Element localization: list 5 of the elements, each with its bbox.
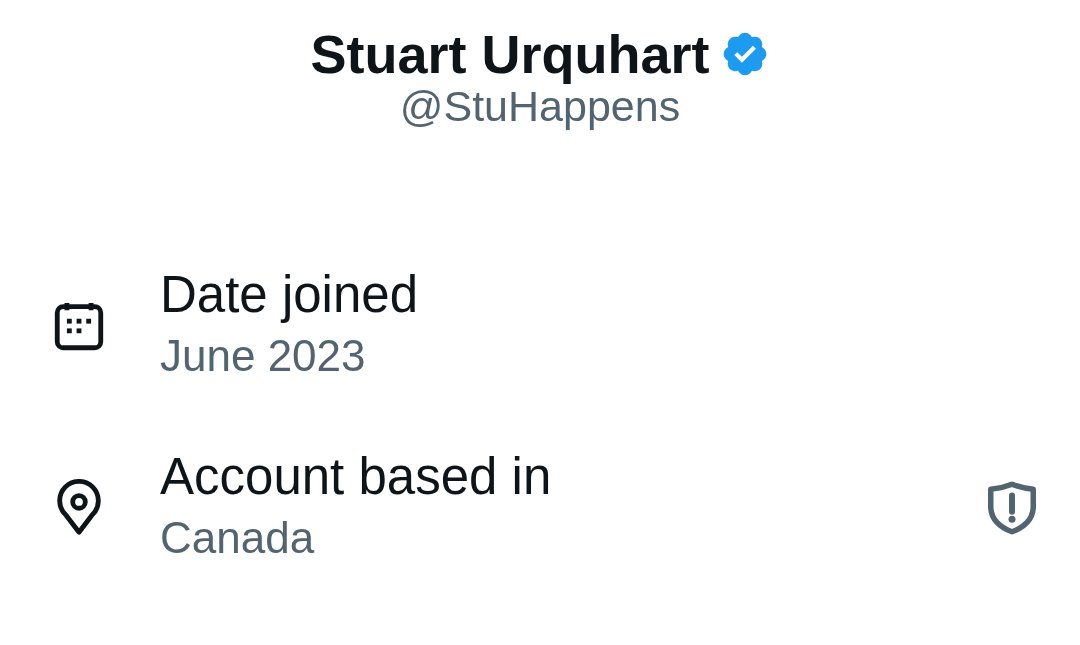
profile-name: Stuart Urquhart [310,23,710,86]
detail-value: Canada [160,512,316,564]
detail-label: Date joined [160,265,419,325]
detail-value: June 2023 [160,330,367,382]
detail-label: Account based in [160,447,553,507]
